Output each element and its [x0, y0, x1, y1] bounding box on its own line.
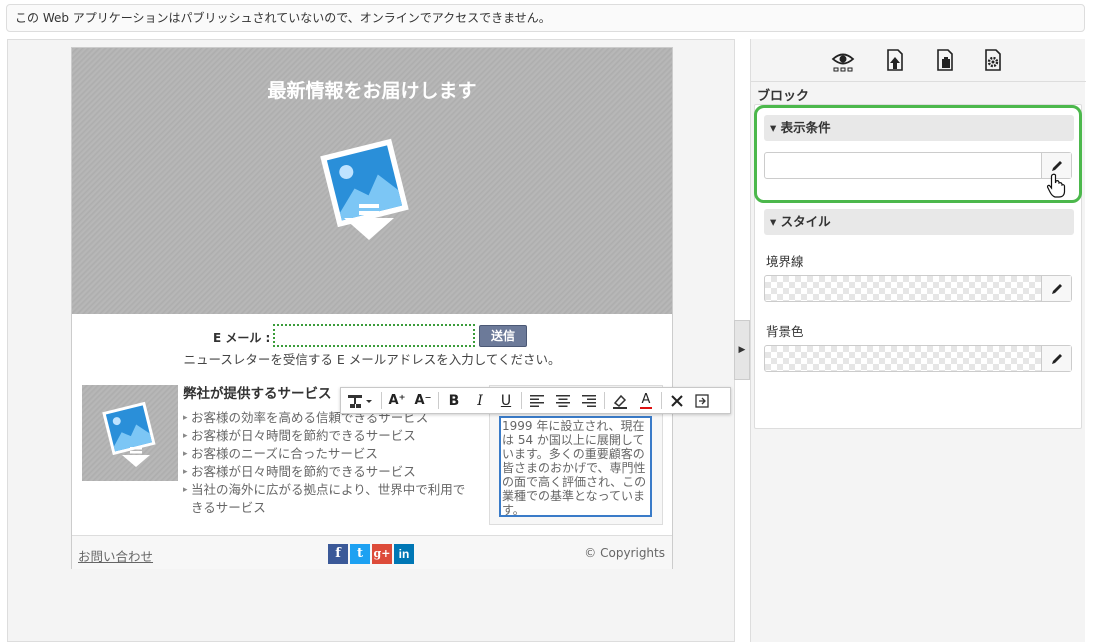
list-item: お客様が日々時間を節約できるサービス	[183, 427, 473, 445]
align-left-button[interactable]	[524, 388, 550, 413]
hero-title[interactable]: 最新情報をお届けします	[72, 76, 672, 103]
services-list[interactable]: お客様の効率を高める信頼できるサービス お客様が日々時間を節約できるサービス お…	[183, 409, 473, 517]
panel-divider	[751, 81, 1086, 82]
edit-background-button[interactable]	[1041, 346, 1071, 371]
unpublished-notice: この Web アプリケーションはパブリッシュされていないので、オンラインでアクセ…	[6, 4, 1085, 32]
font-color-swatch	[640, 406, 652, 409]
exit-edit-button[interactable]	[690, 388, 714, 413]
list-item: お客様が日々時間を節約できるサービス	[183, 463, 473, 481]
copyright-text: © Copyrights	[584, 546, 665, 560]
pencil-icon	[1051, 353, 1062, 364]
align-right-button[interactable]	[576, 388, 602, 413]
send-button[interactable]: 送信	[479, 325, 527, 347]
properties-panel: ブロック ▾ 表示条件 ▾ スタイル 境界線 背景色	[750, 39, 1086, 642]
image-placeholder-icon[interactable]	[319, 136, 419, 246]
toolbar-divider	[521, 392, 522, 409]
focus-highlight	[754, 105, 1082, 203]
bold-button[interactable]: B	[441, 388, 467, 413]
edit-border-button[interactable]	[1041, 276, 1071, 301]
image-placeholder-icon	[102, 401, 156, 467]
side-text-editable[interactable]: 1999 年に設立され、現在は 54 か国以上に展開しています。多くの重要顧客の…	[499, 416, 652, 517]
eye-icon[interactable]	[831, 48, 855, 72]
upload-page-icon[interactable]	[883, 48, 907, 72]
facebook-icon[interactable]: f	[328, 544, 348, 564]
border-label: 境界線	[766, 254, 804, 269]
list-item: 当社の海外に広がる拠点により、世界中で利用できるサービス	[183, 481, 473, 517]
font-shrink-button[interactable]: A⁻	[410, 388, 436, 413]
settings-page-icon[interactable]	[981, 48, 1005, 72]
email-canvas: 最新情報をお届けします E メール : 送信 ニュースレターを受信する E メー…	[71, 47, 673, 569]
underline-button[interactable]: U	[493, 388, 519, 413]
paste-page-icon[interactable]	[933, 48, 957, 72]
font-color-button[interactable]: A	[633, 388, 659, 413]
section-title: ブロック	[757, 89, 810, 104]
email-signup-row: E メール : 送信	[72, 323, 672, 349]
toolbar-divider	[438, 392, 439, 409]
panel-toolbar	[751, 39, 1086, 81]
hero-block[interactable]: 最新情報をお届けします	[72, 48, 672, 314]
insert-block-icon	[348, 394, 372, 408]
email-label: E メール :	[213, 331, 271, 345]
linkedin-icon[interactable]: in	[394, 544, 414, 564]
toolbar-divider	[381, 392, 382, 409]
font-color-letter: A	[641, 391, 651, 407]
twitter-icon[interactable]: t	[350, 544, 370, 564]
footer: お問い合わせ f t g+ in © Copyrights	[72, 535, 672, 569]
remove-format-button[interactable]	[664, 388, 690, 413]
pencil-icon	[1051, 283, 1062, 294]
align-center-icon	[556, 394, 570, 407]
contact-link[interactable]: お問い合わせ	[78, 546, 153, 565]
services-title[interactable]: 弊社が提供するサービス	[183, 382, 332, 402]
background-color-field[interactable]	[764, 345, 1072, 372]
email-editor-area: 最新情報をお届けします E メール : 送信 ニュースレターを受信する E メー…	[7, 39, 735, 642]
service-image[interactable]	[82, 385, 178, 481]
close-icon	[671, 394, 683, 407]
highlight-color-icon	[613, 394, 627, 409]
email-input[interactable]	[273, 324, 475, 347]
googleplus-icon[interactable]: g+	[372, 544, 392, 564]
style-header[interactable]: ▾ スタイル	[764, 209, 1074, 235]
highlight-button[interactable]	[607, 388, 633, 413]
exit-icon	[695, 393, 709, 408]
background-label: 背景色	[766, 324, 804, 339]
panel-collapse-toggle[interactable]: ▶	[734, 320, 750, 380]
align-right-icon	[582, 394, 596, 407]
social-icons: f t g+ in	[328, 544, 414, 564]
insert-dropdown-button[interactable]	[341, 388, 379, 413]
border-field[interactable]	[764, 275, 1072, 302]
align-left-icon	[530, 394, 544, 407]
email-help-text[interactable]: ニュースレターを受信する E メールアドレスを入力してください。	[72, 349, 672, 368]
align-center-button[interactable]	[550, 388, 576, 413]
italic-button[interactable]: I	[467, 388, 493, 413]
font-grow-button[interactable]: A⁺	[384, 388, 410, 413]
list-item: お客様のニーズに合ったサービス	[183, 445, 473, 463]
text-format-toolbar: A⁺ A⁻ B I U A	[340, 387, 731, 414]
toolbar-divider	[661, 392, 662, 409]
toolbar-divider	[604, 392, 605, 409]
